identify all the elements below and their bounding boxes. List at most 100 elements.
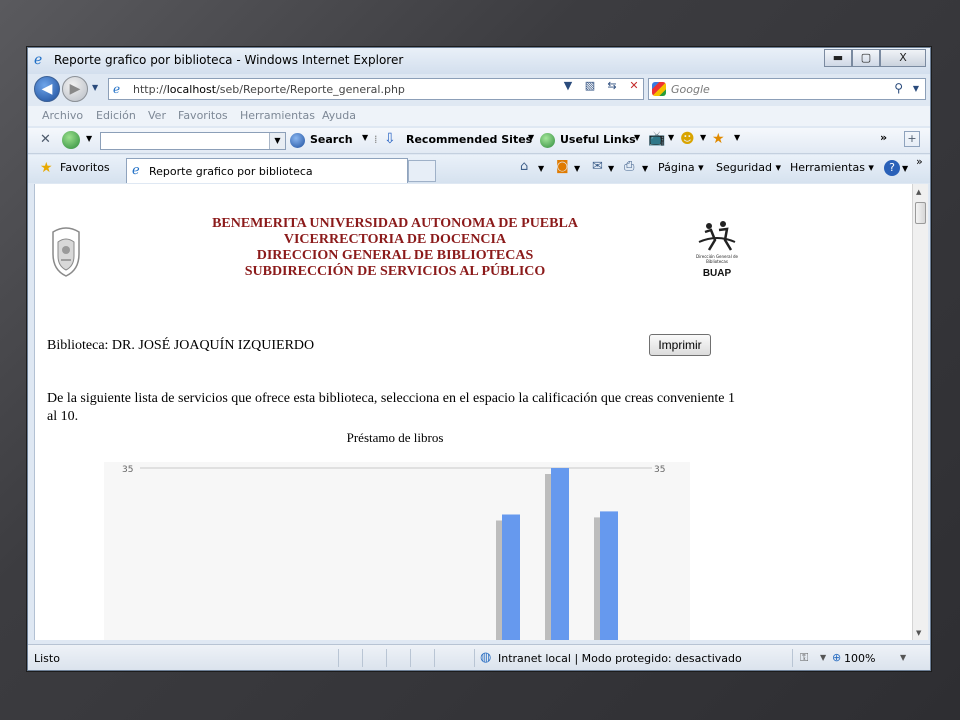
- chart-bar: [551, 468, 569, 640]
- status-divider: [410, 649, 411, 667]
- menu-edicion[interactable]: Edición: [96, 109, 136, 122]
- toolbar-search-input[interactable]: ▼: [100, 132, 286, 150]
- menu-bar: Archivo Edición Ver Favoritos Herramient…: [28, 106, 930, 126]
- feed-dropdown-icon[interactable]: ▼: [574, 164, 580, 173]
- print-button[interactable]: Imprimir: [649, 334, 711, 356]
- maximize-button[interactable]: ▢: [852, 49, 880, 67]
- smiley-icon[interactable]: ☻: [680, 131, 695, 147]
- tab-title: Reporte grafico por biblioteca: [149, 165, 313, 178]
- tv-icon[interactable]: 📺: [648, 131, 665, 147]
- tab-reporte[interactable]: ℯ Reporte grafico por biblioteca: [126, 158, 408, 183]
- refresh-icon[interactable]: ⇆: [602, 77, 622, 95]
- back-button[interactable]: ◀: [34, 76, 60, 102]
- minimize-button[interactable]: ▬: [824, 49, 852, 67]
- search-options-icon[interactable]: ▼: [913, 84, 919, 93]
- address-dropdown-icon[interactable]: ▼: [558, 77, 578, 95]
- recommended-dropdown-icon[interactable]: ▼: [528, 133, 534, 142]
- print-icon[interactable]: ⎙: [624, 159, 634, 174]
- header-line-2: VICERRECTORIA DE DOCENCIA: [283, 232, 507, 247]
- forward-button[interactable]: ▶: [62, 76, 88, 102]
- command-pagina[interactable]: Página ▾: [658, 161, 704, 174]
- menu-favoritos[interactable]: Favoritos: [178, 109, 228, 122]
- menu-archivo[interactable]: Archivo: [42, 109, 83, 122]
- menu-ver[interactable]: Ver: [148, 109, 166, 122]
- search-dropdown-icon[interactable]: ▼: [362, 133, 368, 142]
- stop-icon[interactable]: ✕: [624, 77, 644, 95]
- menu-herramientas[interactable]: Herramientas: [240, 109, 315, 122]
- close-button[interactable]: X: [880, 49, 926, 67]
- mail-icon[interactable]: ✉: [592, 159, 603, 174]
- university-seal-icon: [52, 227, 80, 277]
- home-icon[interactable]: ⌂: [520, 159, 528, 174]
- status-divider: [338, 649, 339, 667]
- mail-dropdown-icon[interactable]: ▼: [608, 164, 614, 173]
- rss-feed-icon[interactable]: ◙: [556, 159, 569, 174]
- tv-dropdown-icon[interactable]: ▼: [668, 133, 674, 142]
- zoom-dropdown-icon[interactable]: ▼: [900, 653, 906, 662]
- chart-title: Préstamo de libros: [346, 430, 444, 445]
- y-tick-left-max: 35: [122, 465, 133, 475]
- globe-dropdown-icon[interactable]: ▼: [86, 134, 92, 143]
- address-url[interactable]: http://localhost/seb/Reporte/Reporte_gen…: [133, 83, 405, 96]
- search-placeholder: Google: [671, 83, 710, 96]
- chart-bar: [600, 511, 618, 640]
- help-icon[interactable]: ?: [884, 160, 900, 176]
- protected-mode-icon[interactable]: ⚿: [800, 651, 808, 665]
- search-icon[interactable]: ⚲: [894, 81, 903, 95]
- address-row: ◀ ▶ ▼ ℯ http://localhost/seb/Reporte/Rep…: [28, 74, 930, 104]
- useful-links-dropdown-icon[interactable]: ▼: [634, 133, 640, 142]
- star-face-icon[interactable]: ★: [712, 131, 725, 147]
- history-dropdown-icon[interactable]: ▼: [92, 83, 98, 92]
- toolbar-search-button[interactable]: Search: [310, 133, 353, 146]
- addon-toolbar: ✕ ▼ ▼ Search ▼ ⁞ ⇩ Recommended Sites ▼ U…: [28, 128, 930, 154]
- command-seguridad[interactable]: Seguridad ▾: [716, 161, 781, 174]
- scroll-thumb[interactable]: [915, 202, 926, 224]
- command-herramientas[interactable]: Herramientas ▾: [790, 161, 874, 174]
- toolbar-separator-icon: ⁞: [374, 133, 378, 146]
- command-pagina-label: Página: [658, 161, 695, 174]
- google-icon: [652, 82, 666, 96]
- chevron-down-icon[interactable]: ▼: [269, 133, 285, 149]
- favorites-button[interactable]: Favoritos: [60, 161, 110, 174]
- favorites-star-icon[interactable]: ★: [40, 160, 53, 176]
- search-go-icon[interactable]: [290, 133, 305, 148]
- useful-links-icon: [540, 133, 555, 148]
- recommended-sites-button[interactable]: Recommended Sites: [406, 133, 532, 146]
- scroll-down-icon[interactable]: ▼: [916, 629, 921, 637]
- useful-links-button[interactable]: Useful Links: [560, 133, 636, 146]
- status-divider: [792, 649, 793, 667]
- search-box[interactable]: Google ⚲ ▼: [648, 78, 926, 100]
- globe-icon[interactable]: [62, 131, 80, 149]
- toolbar-overflow-icon[interactable]: »: [880, 131, 887, 144]
- vertical-scrollbar[interactable]: ▲ ▼: [912, 184, 928, 640]
- scroll-up-icon[interactable]: ▲: [916, 188, 921, 196]
- security-zone-text[interactable]: Intranet local | Modo protegido: desacti…: [498, 652, 742, 665]
- close-toolbar-icon[interactable]: ✕: [40, 132, 51, 147]
- instructions-text: De la siguiente lista de servicios que o…: [47, 391, 736, 424]
- arrow-right-icon: ▶: [69, 81, 81, 97]
- status-divider: [434, 649, 435, 667]
- tab-page-icon: ℯ: [132, 163, 140, 178]
- help-dropdown-icon[interactable]: ▼: [902, 164, 908, 173]
- home-dropdown-icon[interactable]: ▼: [538, 164, 544, 173]
- url-host: localhost: [166, 83, 217, 96]
- compatibility-icon[interactable]: ▧: [580, 77, 600, 95]
- window-title: Reporte grafico por biblioteca - Windows…: [54, 53, 404, 67]
- zoom-icon[interactable]: ⊕: [832, 651, 841, 664]
- page-content: BENEMERITA UNIVERSIDAD AUTONOMA DE PUEBL…: [34, 184, 914, 640]
- commands-overflow-icon[interactable]: »: [916, 155, 923, 168]
- zoom-level[interactable]: 100%: [844, 652, 875, 665]
- header-line-4: SUBDIRECCIÓN DE SERVICIOS AL PÚBLICO: [244, 264, 546, 279]
- protected-mode-dropdown-icon[interactable]: ▼: [820, 653, 826, 662]
- star-dropdown-icon[interactable]: ▼: [734, 133, 740, 142]
- menu-ayuda[interactable]: Ayuda: [322, 109, 356, 122]
- add-toolbar-icon[interactable]: +: [904, 131, 920, 147]
- status-divider: [362, 649, 363, 667]
- smiley-dropdown-icon[interactable]: ▼: [700, 133, 706, 142]
- print-dropdown-icon[interactable]: ▼: [642, 164, 648, 173]
- institution-header: BENEMERITA UNIVERSIDAD AUTONOMA DE PUEBL…: [135, 216, 655, 280]
- window-controls: ▬ ▢ X: [824, 49, 926, 67]
- new-tab-button[interactable]: [408, 160, 436, 182]
- bar-chart: 35 35: [104, 462, 690, 640]
- status-text: Listo: [34, 652, 60, 665]
